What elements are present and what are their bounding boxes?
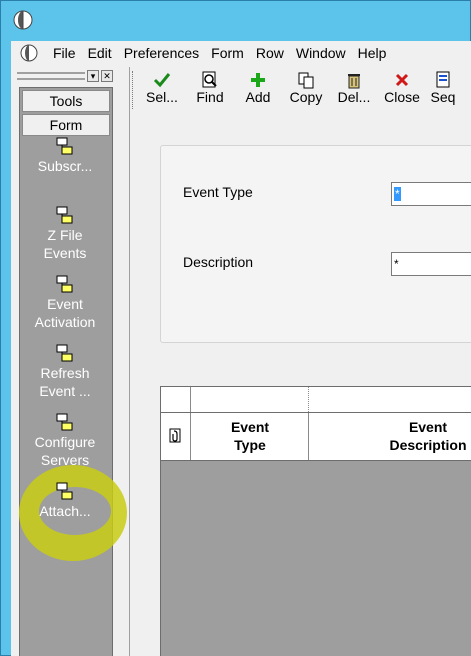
find-button-label: Find <box>196 89 224 105</box>
exit-label: Attach... <box>39 503 91 519</box>
attachment-icon <box>169 428 181 443</box>
add-button[interactable]: Add <box>234 67 282 105</box>
results-grid: Event Type Event Description <box>160 386 471 656</box>
query-form: Event Type * Description * <box>160 145 471 343</box>
main-area: Sel... Find Add Copy Del... Close Seq Ev… <box>129 67 471 656</box>
exit-label: Refresh Event ... <box>39 365 91 399</box>
exit-z-file-events[interactable]: Z File Events <box>19 206 111 262</box>
form-exit-icon <box>56 137 73 155</box>
tab-tools[interactable]: Tools <box>22 90 110 112</box>
sequence-icon <box>436 71 450 88</box>
exit-refresh-event[interactable]: Refresh Event ... <box>19 344 111 400</box>
menu-help[interactable]: Help <box>352 41 393 65</box>
sequence-button-label: Seq <box>430 89 456 105</box>
close-button-label: Close <box>384 89 420 105</box>
description-field[interactable]: * <box>391 252 471 276</box>
grid-query-row <box>161 387 471 413</box>
column-header-event-type: Event Type <box>230 419 270 453</box>
inner-frame: File Edit Preferences Form Row Window He… <box>11 41 471 656</box>
exit-label: Configure Servers <box>34 434 96 468</box>
select-button-label: Sel... <box>146 89 178 105</box>
menu-edit[interactable]: Edit <box>82 41 118 65</box>
app-globe-icon[interactable] <box>19 44 39 62</box>
grid-attachment-column[interactable] <box>161 413 191 460</box>
menu-window[interactable]: Window <box>290 41 352 65</box>
delete-button-label: Del... <box>337 89 371 105</box>
form-exit-icon <box>56 344 73 362</box>
tab-form[interactable]: Form <box>22 114 110 136</box>
app-globe-icon <box>13 10 33 30</box>
panel-dropdown-button[interactable]: ▾ <box>87 70 99 82</box>
trash-icon <box>348 74 360 89</box>
copy-button[interactable]: Copy <box>282 67 330 105</box>
form-exit-icon <box>56 413 73 431</box>
application-window: File Edit Preferences Form Row Window He… <box>0 0 471 656</box>
exit-label: Z File Events <box>43 227 87 261</box>
exit-label: Event Activation <box>34 296 96 330</box>
grid-column-event-type[interactable]: Event Type <box>191 413 309 460</box>
event-type-label: Event Type <box>183 184 253 200</box>
description-value: * <box>394 257 399 271</box>
form-exit-icon <box>56 482 73 500</box>
copy-icon <box>298 72 314 89</box>
exit-attachments[interactable]: Attach... <box>19 482 111 520</box>
event-type-value: * <box>394 187 401 201</box>
menu-file[interactable]: File <box>47 41 82 65</box>
menu-row[interactable]: Row <box>250 41 290 65</box>
select-button[interactable]: Sel... <box>138 67 186 105</box>
menu-form[interactable]: Form <box>205 41 250 65</box>
checkmark-icon <box>153 73 171 88</box>
grid-header-row: Event Type Event Description <box>161 413 471 461</box>
event-type-field[interactable]: * <box>391 182 471 206</box>
find-icon <box>202 71 217 88</box>
panel-grip[interactable] <box>17 72 85 80</box>
delete-button[interactable]: Del... <box>330 67 378 105</box>
add-button-label: Add <box>245 89 271 105</box>
form-exit-icon <box>56 275 73 293</box>
find-button[interactable]: Find <box>186 67 234 105</box>
exit-event-activation[interactable]: Event Activation <box>19 275 111 331</box>
panel-header: ▾ ✕ <box>17 69 115 83</box>
toolbar-grip[interactable] <box>132 71 136 109</box>
exit-label: Subscr... <box>37 158 93 174</box>
plus-icon <box>251 73 265 87</box>
grid-column-event-description[interactable]: Event Description <box>309 413 471 460</box>
copy-button-label: Copy <box>289 89 323 105</box>
form-exit-icon <box>56 206 73 224</box>
toolbar: Sel... Find Add Copy Del... Close Seq <box>130 67 471 113</box>
panel-close-button[interactable]: ✕ <box>101 70 113 82</box>
grid-query-cell-event-type[interactable] <box>191 387 309 412</box>
exit-panel: ▾ ✕ Tools Form Subscr... Z File Events E… <box>11 67 127 656</box>
close-icon <box>395 73 409 87</box>
menubar: File Edit Preferences Form Row Window He… <box>11 41 471 65</box>
grid-row-selector[interactable] <box>161 387 191 412</box>
close-button[interactable]: Close <box>378 67 426 105</box>
column-header-event-description: Event Description <box>389 419 467 453</box>
exit-subscriptions[interactable]: Subscr... <box>19 137 111 175</box>
sequence-button[interactable]: Seq <box>426 67 460 105</box>
description-label: Description <box>183 254 254 270</box>
exit-configure-servers[interactable]: Configure Servers <box>19 413 111 469</box>
menu-preferences[interactable]: Preferences <box>118 41 205 65</box>
